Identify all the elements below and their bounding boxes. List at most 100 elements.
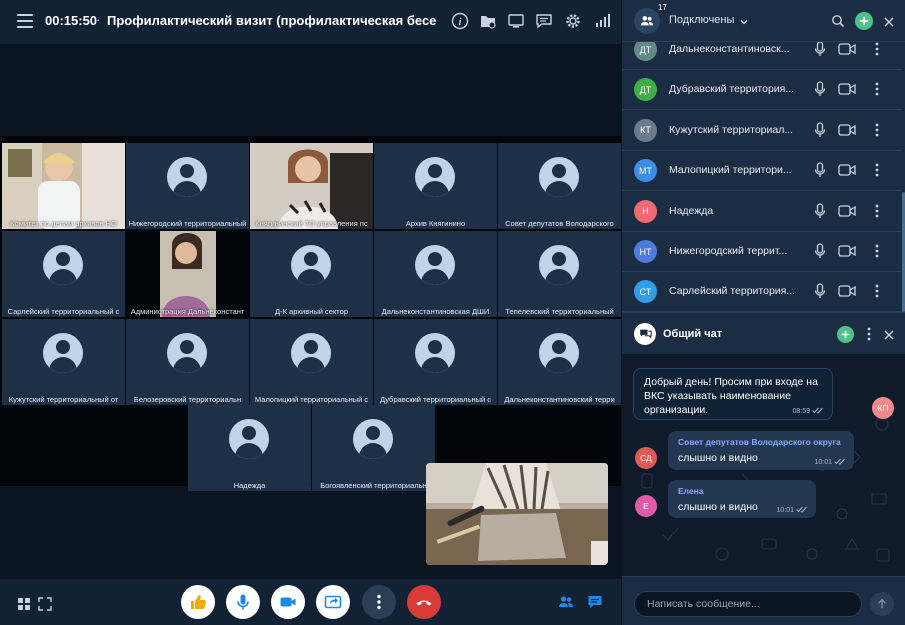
folder-icon[interactable] xyxy=(479,12,497,30)
more-icon[interactable] xyxy=(875,204,879,218)
more-icon[interactable] xyxy=(875,82,879,96)
more-icon[interactable] xyxy=(875,244,879,258)
more-icon[interactable] xyxy=(875,163,879,177)
participant-tile-name: Администрация Дальнеконстант xyxy=(130,307,245,316)
chat-add-button[interactable] xyxy=(837,326,854,343)
conference-title: Профилактический визит (профилактическая… xyxy=(107,13,437,28)
participant-tile[interactable]: Дальнеконстантиновский терри xyxy=(498,319,621,405)
thumbs-up-button[interactable] xyxy=(181,585,215,619)
participant-video xyxy=(126,231,249,317)
self-view-video[interactable] xyxy=(426,463,608,565)
message-time: 08:59 xyxy=(792,408,810,415)
message-time: 10:01 xyxy=(814,459,832,466)
participant-tile[interactable]: Тепелевский территориальный xyxy=(498,231,621,317)
chat-more-icon[interactable] xyxy=(867,327,871,341)
participant-video xyxy=(2,143,125,229)
participant-row[interactable]: НТ Нижегородский террит... xyxy=(622,232,902,272)
more-icon[interactable] xyxy=(875,284,879,298)
camera-icon[interactable] xyxy=(838,42,856,56)
more-icon[interactable] xyxy=(875,123,879,137)
microphone-icon[interactable] xyxy=(813,81,827,97)
participant-tile[interactable]: Архив Княгинино xyxy=(374,143,497,229)
microphone-icon[interactable] xyxy=(813,283,827,299)
search-icon[interactable] xyxy=(831,14,845,28)
participant-tile[interactable]: Дубравский территориальный с xyxy=(374,319,497,405)
message-sender: Елена xyxy=(678,486,704,496)
svg-text:i: i xyxy=(459,17,462,28)
participant-tile[interactable]: Администрация Дальнеконстант xyxy=(126,231,249,317)
signal-icon[interactable] xyxy=(593,12,611,30)
participant-tile[interactable]: Кужутский территориальный от xyxy=(2,319,125,405)
send-button[interactable] xyxy=(870,592,894,616)
fullscreen-icon[interactable] xyxy=(37,596,53,612)
close-icon[interactable] xyxy=(883,15,895,27)
more-icon xyxy=(377,594,381,610)
gear-icon[interactable] xyxy=(564,12,582,30)
participant-tile[interactable]: Белозеровский территориальн xyxy=(126,319,249,405)
chat-messages: Добрый день! Просим при входе на ВКС ука… xyxy=(622,354,905,576)
participants-button[interactable] xyxy=(634,8,660,34)
share-screen-button[interactable] xyxy=(316,585,350,619)
chat-message-input[interactable] xyxy=(634,591,862,617)
participant-tile[interactable]: Малопицкий территориальный с xyxy=(250,319,373,405)
participants-toggle-icon[interactable] xyxy=(558,594,574,610)
more-options-button[interactable] xyxy=(362,585,396,619)
call-timer: 00:15:50 xyxy=(45,13,98,28)
microphone-icon[interactable] xyxy=(813,42,827,57)
conference-area: 00:15:50 · Профилактический визит (профи… xyxy=(0,0,621,625)
camera-icon[interactable] xyxy=(838,204,856,218)
mic-button[interactable] xyxy=(226,585,260,619)
chevron-down-icon[interactable] xyxy=(739,14,749,25)
add-participant-button[interactable] xyxy=(855,12,873,30)
participant-tile[interactable]: Княгининский ТО управления пс xyxy=(250,143,373,229)
participant-row[interactable]: МТ Малопицкий территори... xyxy=(622,151,902,192)
screen-icon[interactable] xyxy=(507,12,525,30)
participant-row[interactable]: СТ Сарлейский территория... xyxy=(622,272,902,312)
info-icon[interactable]: i xyxy=(451,12,469,30)
chat-bubble-icon[interactable] xyxy=(535,12,553,30)
hangup-button[interactable] xyxy=(407,585,441,619)
participant-name: Дубравский территория... xyxy=(669,83,795,96)
bottom-toolbar xyxy=(0,579,621,625)
participant-tile[interactable]: Совет депутатов Володарского xyxy=(498,143,621,229)
participant-tile-name: Совет депутатов Володарского xyxy=(505,219,614,228)
participant-tile-name: Дальнеконстантиновский терри xyxy=(504,395,615,404)
camera-icon[interactable] xyxy=(838,244,856,258)
default-avatar-icon xyxy=(539,157,579,197)
participant-tile[interactable]: Нижегородский территориальный xyxy=(126,143,249,229)
participant-row[interactable]: КТ Кужутский территориал... xyxy=(622,111,902,151)
participant-row[interactable]: ДТ Дальнеконстантиновск... xyxy=(622,42,902,70)
microphone-icon[interactable] xyxy=(813,243,827,259)
default-avatar-icon xyxy=(353,419,393,459)
grid-layout-icon[interactable] xyxy=(16,596,32,612)
participant-tile[interactable]: Сарлейский территориальный с xyxy=(2,231,125,317)
status-filter[interactable]: Подключены xyxy=(669,14,734,26)
participant-tile[interactable]: Богоявленский территориальн xyxy=(312,405,435,491)
chat-message[interactable]: Совет депутатов Володарского округа слышн… xyxy=(668,431,854,470)
camera-icon[interactable] xyxy=(838,82,856,96)
microphone-icon[interactable] xyxy=(813,202,827,219)
chat-message[interactable]: Добрый день! Просим при входе на ВКС ука… xyxy=(633,368,833,420)
more-icon[interactable] xyxy=(875,42,879,56)
camera-icon[interactable] xyxy=(838,284,856,298)
participant-tile[interactable]: Комитет по делам архивов НО xyxy=(2,143,125,229)
participant-count: 17 xyxy=(658,3,667,12)
participant-tile[interactable]: Дальнеконстантиновская ДШИ xyxy=(374,231,497,317)
participant-tile[interactable]: Д-К архивный сектор xyxy=(250,231,373,317)
participant-name: Дальнеконстантиновск... xyxy=(669,43,790,55)
chat-message[interactable]: Елена слышно и видно 10:01 xyxy=(668,480,816,518)
chat-toggle-icon[interactable] xyxy=(587,594,603,610)
menu-icon[interactable] xyxy=(17,14,33,28)
camera-button[interactable] xyxy=(271,585,305,619)
chat-close-icon[interactable] xyxy=(883,328,895,340)
participant-tile-name: Богоявленский территориальн xyxy=(320,481,427,490)
microphone-icon xyxy=(237,594,249,610)
participant-row[interactable]: Н Надежда xyxy=(622,192,902,232)
microphone-icon[interactable] xyxy=(813,162,827,178)
participant-row[interactable]: ДТ Дубравский территория... xyxy=(622,70,902,111)
plus-icon xyxy=(841,330,850,339)
microphone-icon[interactable] xyxy=(813,122,827,138)
camera-icon[interactable] xyxy=(838,123,856,137)
camera-icon[interactable] xyxy=(838,163,856,177)
participant-tile[interactable]: Надежда xyxy=(188,405,311,491)
